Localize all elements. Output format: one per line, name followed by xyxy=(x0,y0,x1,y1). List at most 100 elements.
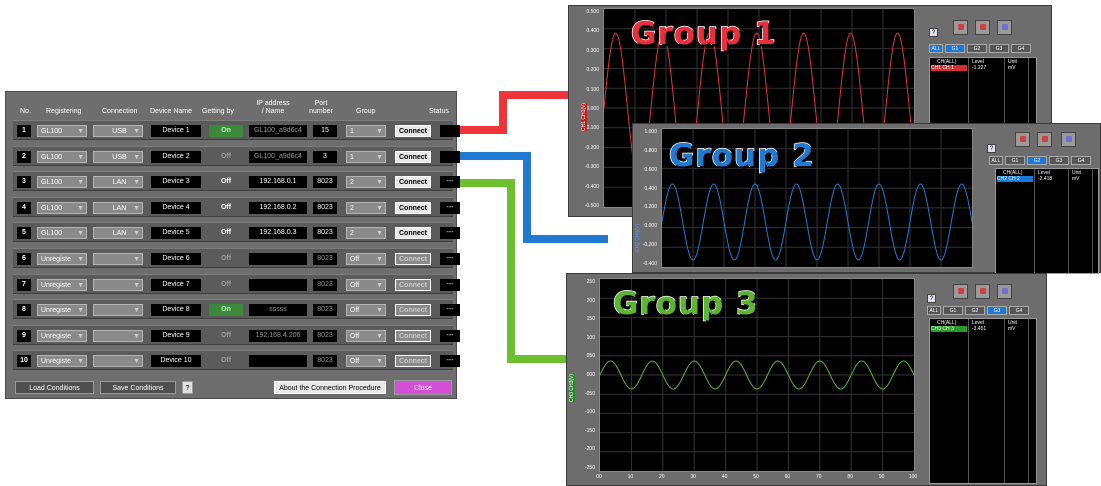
tab-all[interactable]: ALL xyxy=(989,156,1003,165)
marker-icon[interactable] xyxy=(975,284,990,299)
device-name-field[interactable]: Device 9 xyxy=(151,329,201,342)
help-icon-button[interactable]: ? xyxy=(929,28,938,37)
getting-by-toggle[interactable]: Off xyxy=(209,253,243,265)
ip-address-field[interactable]: 192.168.0.3 xyxy=(249,227,307,240)
port-field[interactable]: 8023 xyxy=(313,201,337,214)
port-field[interactable]: 15 xyxy=(313,125,337,137)
port-field[interactable]: 8023 xyxy=(313,355,337,368)
table-cell-channel[interactable]: CH3 CH 3 xyxy=(931,326,967,332)
tab-g4[interactable]: G4 xyxy=(1009,306,1029,315)
port-field[interactable]: 8023 xyxy=(313,176,337,189)
record-icon[interactable] xyxy=(1015,132,1030,147)
connection-select[interactable]: ▼ xyxy=(93,253,143,265)
tab-g4[interactable]: G4 xyxy=(1011,44,1031,53)
device-name-field[interactable]: Device 2 xyxy=(151,150,201,163)
registering-select[interactable]: GL100 ▼ xyxy=(37,227,87,240)
connection-select[interactable]: LAN ▼ xyxy=(93,176,143,189)
tab-g1[interactable]: G1 xyxy=(943,306,963,315)
help-icon-button[interactable]: ? xyxy=(987,144,996,153)
group-select[interactable]: Off ▼ xyxy=(346,304,386,317)
ip-address-field[interactable]: GL100_a9d6c4 xyxy=(249,150,307,163)
device-name-field[interactable]: Device 10 xyxy=(151,355,201,368)
group-select[interactable]: 2 ▼ xyxy=(346,227,386,240)
tab-all[interactable]: ALL xyxy=(929,44,943,53)
group-select[interactable]: 2 ▼ xyxy=(346,201,386,214)
port-field[interactable]: 8023 xyxy=(313,304,337,317)
registering-select[interactable]: Unregiste ▼ xyxy=(37,304,87,317)
help-button[interactable]: ? xyxy=(182,381,193,394)
group-select[interactable]: Off ▼ xyxy=(346,253,386,265)
record-icon[interactable] xyxy=(953,284,968,299)
connection-select[interactable]: ▼ xyxy=(93,278,143,291)
connect-button[interactable]: Connect xyxy=(395,329,431,342)
getting-by-toggle[interactable]: Off xyxy=(209,227,243,240)
ip-address-field[interactable] xyxy=(249,355,307,368)
port-field[interactable]: 8023 xyxy=(313,278,337,291)
tab-g2[interactable]: G2 xyxy=(1027,156,1047,165)
about-connection-procedure-button[interactable]: About the Connection Procedure xyxy=(274,381,386,394)
ip-address-field[interactable] xyxy=(249,253,307,265)
getting-by-toggle[interactable]: Off xyxy=(209,278,243,291)
connection-select[interactable]: USB ▼ xyxy=(93,150,143,163)
getting-by-toggle[interactable]: On xyxy=(209,125,243,137)
tab-g3[interactable]: G3 xyxy=(987,306,1007,315)
tab-g2[interactable]: G2 xyxy=(965,306,985,315)
tab-all[interactable]: ALL xyxy=(927,306,941,315)
port-field[interactable]: 8023 xyxy=(313,227,337,240)
device-name-field[interactable]: Device 6 xyxy=(151,253,201,265)
getting-by-toggle[interactable]: Off xyxy=(209,329,243,342)
connection-select[interactable]: LAN ▼ xyxy=(93,201,143,214)
connect-button[interactable]: Connect xyxy=(395,304,431,317)
tab-g3[interactable]: G3 xyxy=(1049,156,1069,165)
ip-address-field[interactable]: 192.168.0.2 xyxy=(249,201,307,214)
marker-icon[interactable] xyxy=(975,20,990,35)
group-select[interactable]: 1 ▼ xyxy=(346,125,386,137)
group-select[interactable]: Off ▼ xyxy=(346,329,386,342)
port-field[interactable]: 8023 xyxy=(313,329,337,342)
tab-g1[interactable]: G1 xyxy=(1005,156,1025,165)
dual-marker-icon[interactable] xyxy=(1061,132,1076,147)
device-name-field[interactable]: Device 1 xyxy=(151,125,201,137)
connection-select[interactable]: USB ▼ xyxy=(93,125,143,137)
help-icon-button[interactable]: ? xyxy=(927,294,936,303)
marker-icon[interactable] xyxy=(1037,132,1052,147)
getting-by-toggle[interactable]: Off xyxy=(209,176,243,189)
tab-g4[interactable]: G4 xyxy=(1071,156,1091,165)
device-name-field[interactable]: Device 8 xyxy=(151,304,201,317)
group-select[interactable]: Off ▼ xyxy=(346,278,386,291)
registering-select[interactable]: Unregiste ▼ xyxy=(37,355,87,368)
connect-button[interactable]: Connect xyxy=(395,150,431,163)
connect-button[interactable]: Connect xyxy=(395,227,431,240)
device-name-field[interactable]: Device 3 xyxy=(151,176,201,189)
getting-by-toggle[interactable]: Off xyxy=(209,355,243,368)
connect-button[interactable]: Connect xyxy=(395,176,431,189)
ip-address-field[interactable]: 192.168.4.206 xyxy=(249,329,307,342)
group-select[interactable]: 1 ▼ xyxy=(346,150,386,163)
group-select[interactable]: Off ▼ xyxy=(346,355,386,368)
save-conditions-button[interactable]: Save Conditions xyxy=(100,381,176,394)
port-field[interactable]: 8023 xyxy=(313,253,337,265)
dual-marker-icon[interactable] xyxy=(997,284,1012,299)
device-name-field[interactable]: Device 4 xyxy=(151,201,201,214)
tab-g2[interactable]: G2 xyxy=(967,44,987,53)
tab-g3[interactable]: G3 xyxy=(989,44,1009,53)
registering-select[interactable]: GL100 ▼ xyxy=(37,176,87,189)
load-conditions-button[interactable]: Load Conditions xyxy=(15,381,94,394)
connection-select[interactable]: ▼ xyxy=(93,304,143,317)
ip-address-field[interactable]: GL100_a9d6c4 xyxy=(249,125,307,137)
connection-select[interactable]: ▼ xyxy=(93,355,143,368)
ip-address-field[interactable]: 192.168.0.1 xyxy=(249,176,307,189)
getting-by-toggle[interactable]: Off xyxy=(209,201,243,214)
connection-select[interactable]: ▼ xyxy=(93,329,143,342)
registering-select[interactable]: GL100 ▼ xyxy=(37,150,87,163)
connection-select[interactable]: LAN ▼ xyxy=(93,227,143,240)
tab-g1[interactable]: G1 xyxy=(945,44,965,53)
registering-select[interactable]: Unregiste ▼ xyxy=(37,253,87,265)
connect-button[interactable]: Connect xyxy=(395,278,431,291)
group-select[interactable]: 2 ▼ xyxy=(346,176,386,189)
connect-button[interactable]: Connect xyxy=(395,253,431,265)
device-name-field[interactable]: Device 5 xyxy=(151,227,201,240)
getting-by-toggle[interactable]: On xyxy=(209,304,243,317)
registering-select[interactable]: Unregiste ▼ xyxy=(37,329,87,342)
connect-button[interactable]: Connect xyxy=(395,125,431,137)
